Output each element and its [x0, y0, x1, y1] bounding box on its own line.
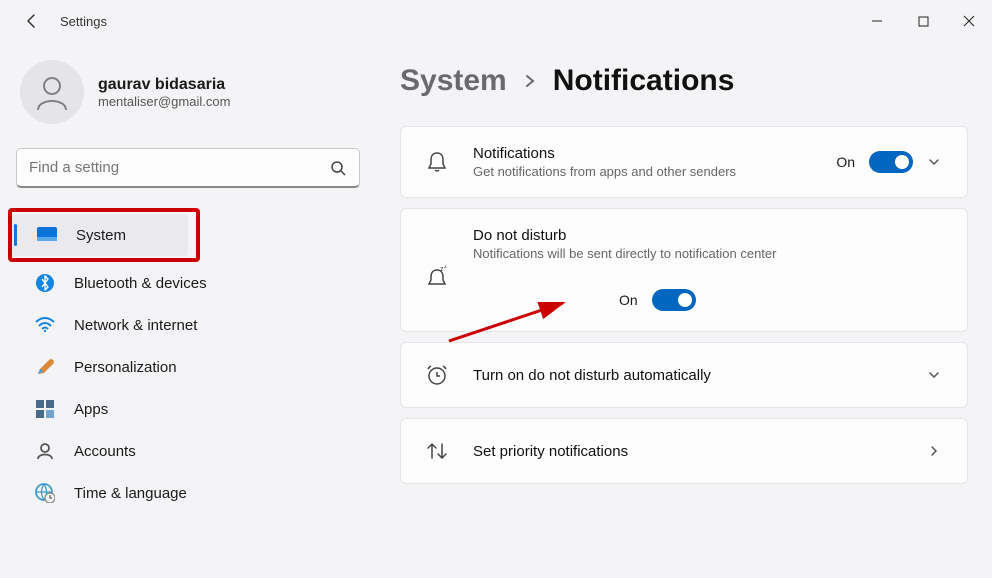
sidebar: gaurav bidasaria mentaliser@gmail.com — [0, 42, 370, 578]
sidebar-item-apps[interactable]: Apps — [10, 388, 362, 430]
card-title: Notifications — [473, 145, 814, 162]
chevron-down-icon[interactable] — [927, 155, 945, 169]
user-account-row[interactable]: gaurav bidasaria mentaliser@gmail.com — [10, 52, 370, 140]
toggle-state-label: On — [619, 292, 638, 308]
system-icon — [36, 224, 58, 246]
search-container — [16, 148, 360, 188]
card-desc: Notifications will be sent directly to n… — [473, 246, 945, 261]
sidebar-item-label: Network & internet — [74, 317, 197, 334]
card-title: Set priority notifications — [473, 443, 905, 460]
user-name: gaurav bidasaria — [98, 76, 230, 94]
avatar — [20, 60, 84, 124]
minimize-button[interactable] — [854, 1, 900, 41]
sidebar-item-label: Time & language — [74, 485, 187, 502]
sidebar-item-personalization[interactable]: Personalization — [10, 346, 362, 388]
card-desc: Get notifications from apps and other se… — [473, 164, 753, 179]
page-title: Notifications — [553, 64, 735, 98]
chevron-down-icon[interactable] — [927, 368, 945, 382]
globe-clock-icon — [34, 482, 56, 504]
priority-notifications-card[interactable]: Set priority notifications — [400, 418, 968, 484]
dnd-toggle[interactable] — [652, 289, 696, 311]
accounts-icon — [34, 440, 56, 462]
titlebar: Settings — [0, 0, 992, 42]
breadcrumb-parent[interactable]: System — [400, 64, 507, 98]
annotation-system-highlight: System — [8, 208, 200, 262]
close-button[interactable] — [946, 1, 992, 41]
sidebar-item-accounts[interactable]: Accounts — [10, 430, 362, 472]
breadcrumb: System Notifications — [400, 64, 968, 98]
app-title: Settings — [60, 14, 107, 29]
do-not-disturb-card[interactable]: zz Do not disturb Notifications will be … — [400, 208, 968, 332]
user-email: mentaliser@gmail.com — [98, 94, 230, 109]
wifi-icon — [34, 314, 56, 336]
priority-icon — [423, 437, 451, 465]
sidebar-item-label: Accounts — [74, 443, 136, 460]
sidebar-item-bluetooth[interactable]: Bluetooth & devices — [10, 262, 362, 304]
paintbrush-icon — [34, 356, 56, 378]
clock-icon — [423, 361, 451, 389]
sidebar-item-label: Personalization — [74, 359, 177, 376]
card-title: Do not disturb — [473, 227, 945, 244]
sidebar-item-label: Apps — [74, 401, 108, 418]
main-content: System Notifications Notifications Get n… — [370, 42, 992, 578]
sidebar-item-system[interactable]: System — [12, 214, 188, 256]
back-button[interactable] — [16, 5, 48, 37]
nav-list: System Bluetooth & devices Network & int… — [10, 208, 370, 514]
maximize-button[interactable] — [900, 1, 946, 41]
search-icon — [330, 160, 346, 176]
apps-icon — [34, 398, 56, 420]
bluetooth-icon — [34, 272, 56, 294]
chevron-right-icon — [523, 74, 537, 88]
dnd-schedule-card[interactable]: Turn on do not disturb automatically — [400, 342, 968, 408]
sidebar-item-label: System — [76, 227, 126, 244]
window-controls — [854, 1, 992, 41]
notifications-toggle[interactable] — [869, 151, 913, 173]
notifications-card[interactable]: Notifications Get notifications from app… — [400, 126, 968, 198]
chevron-right-icon[interactable] — [927, 444, 945, 458]
do-not-disturb-icon: zz — [423, 265, 451, 291]
card-title: Turn on do not disturb automatically — [473, 367, 905, 384]
toggle-state-label: On — [836, 154, 855, 170]
sidebar-item-label: Bluetooth & devices — [74, 275, 207, 292]
sidebar-item-network[interactable]: Network & internet — [10, 304, 362, 346]
bell-icon — [423, 148, 451, 176]
search-input[interactable] — [16, 148, 360, 188]
sidebar-item-time-language[interactable]: Time & language — [10, 472, 362, 514]
svg-text:z: z — [444, 265, 447, 270]
